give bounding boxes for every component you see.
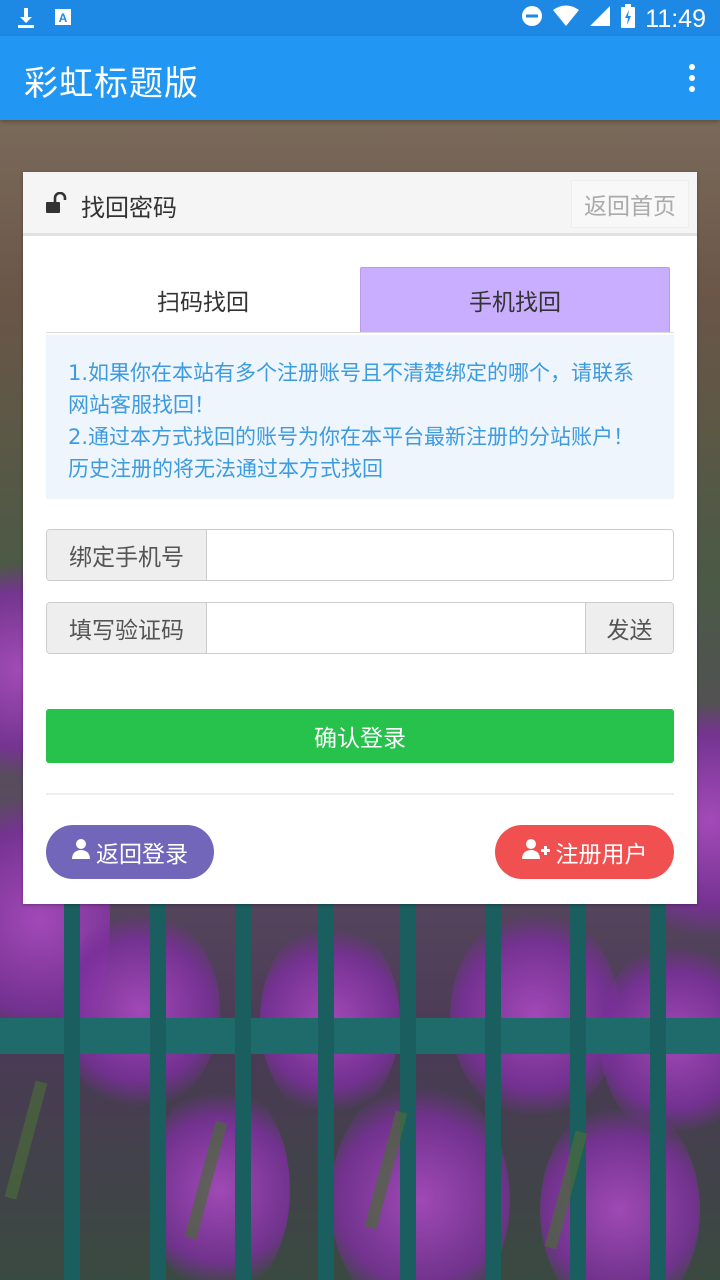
recover-method-tabs: 扫码找回 手机找回 [46,267,674,333]
overflow-menu-icon[interactable] [688,64,696,92]
card-header: 找回密码 返回首页 [23,172,697,236]
battery-icon [621,4,636,34]
phone-input-group: 绑定手机号 [46,529,674,581]
notice-line-1: 1.如果你在本站有多个注册账号且不清楚绑定的哪个，请联系网站客服找回！ [68,361,635,417]
tab-scan-recover[interactable]: 扫码找回 [46,267,360,332]
back-login-label: 返回登录 [96,842,188,868]
back-home-link[interactable]: 返回首页 [571,180,689,228]
wifi-icon [553,5,580,33]
divider [46,793,674,795]
card-title: 找回密码 [81,194,177,222]
notice-box: 1.如果你在本站有多个注册账号且不清楚绑定的哪个，请联系网站客服找回！ 2.通过… [46,335,674,499]
tab-phone-recover[interactable]: 手机找回 [360,267,670,332]
notice-line-2: 2.通过本方式找回的账号为你在本平台最新注册的分站账户！历史注册的将无法通过本方… [68,425,635,481]
code-input-group: 填写验证码 发送 [46,602,674,654]
status-bar: A 11:49 [0,0,720,36]
phone-label: 绑定手机号 [47,530,207,580]
back-login-button[interactable]: 返回登录 [46,825,214,879]
recover-password-card: 找回密码 返回首页 扫码找回 手机找回 1.如果你在本站有多个注册账号且不清楚绑… [23,172,697,904]
code-label: 填写验证码 [47,603,207,653]
send-code-button[interactable]: 发送 [585,603,673,653]
download-icon [16,6,36,32]
user-icon [72,838,90,866]
dnd-icon [521,5,543,33]
keyboard-icon: A [54,8,72,30]
signal-icon [589,5,611,33]
app-bar: 彩虹标题版 [0,36,720,120]
confirm-login-button[interactable]: 确认登录 [46,709,674,763]
user-plus-icon [521,838,550,866]
unlock-icon [45,191,69,220]
status-time: 11:49 [645,4,706,33]
app-title: 彩虹标题版 [24,64,199,104]
register-user-button[interactable]: 注册用户 [495,825,674,879]
register-user-label: 注册用户 [555,842,648,868]
svg-text:A: A [59,11,68,25]
phone-input[interactable] [207,530,673,580]
code-input[interactable] [207,603,585,653]
